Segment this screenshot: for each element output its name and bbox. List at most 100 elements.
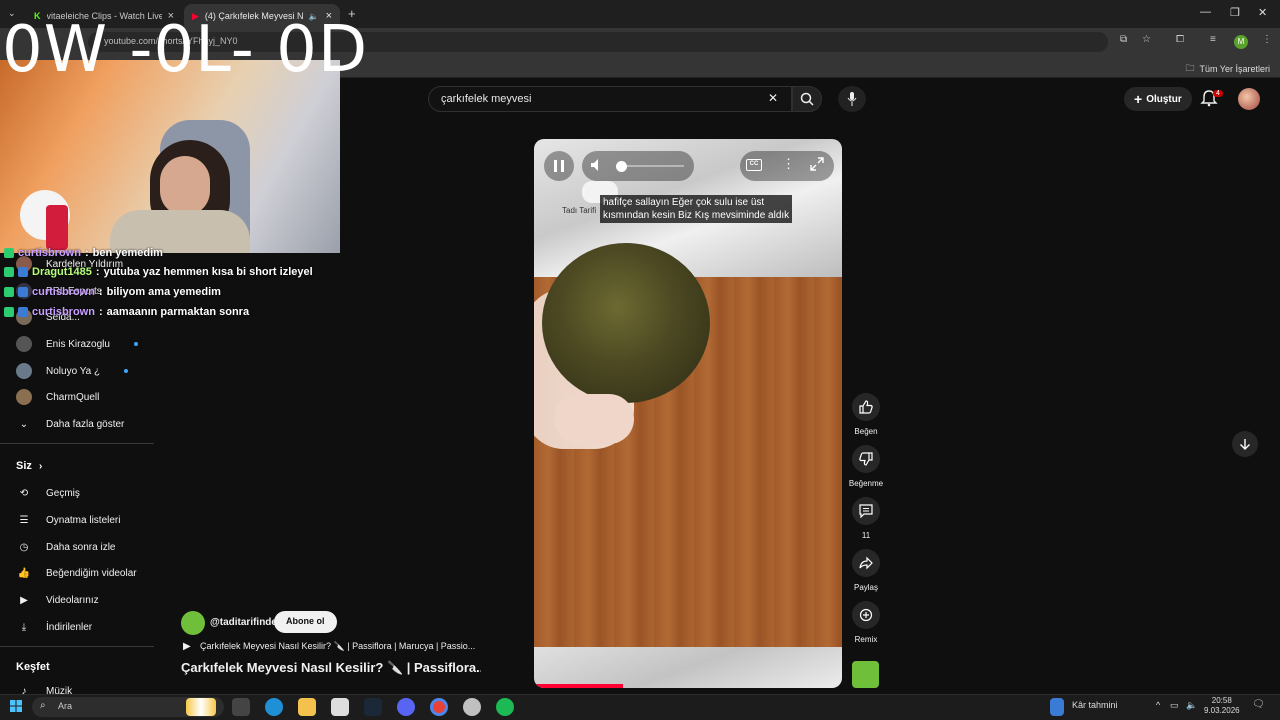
pause-icon bbox=[554, 160, 564, 172]
discord-icon[interactable] bbox=[397, 698, 415, 716]
passion-fruit bbox=[542, 243, 710, 403]
remix-button[interactable] bbox=[852, 601, 880, 629]
star-bookmark-icon[interactable]: ☆ bbox=[1142, 34, 1151, 45]
channel-avatar bbox=[16, 363, 32, 379]
clock-icon: ◷ bbox=[19, 541, 29, 553]
sidebar-sub-enis[interactable]: Enis Kirazoglu bbox=[16, 336, 138, 352]
next-short-button[interactable] bbox=[1232, 431, 1258, 457]
share-label: Paylaş bbox=[853, 583, 878, 592]
close-window-icon[interactable]: ✕ bbox=[1258, 6, 1267, 19]
volume-slider-track[interactable] bbox=[618, 165, 684, 167]
chrome-icon[interactable] bbox=[430, 698, 448, 716]
subscribe-button[interactable]: Abone ol bbox=[274, 611, 337, 633]
search-icon: ⌕ bbox=[40, 700, 46, 711]
chat-badge-icon bbox=[4, 287, 14, 297]
chat-message: curtisbrown: ben yemedim bbox=[4, 247, 163, 259]
shorts-video-player[interactable]: CC ⋮ Tadı Tarifi hafifçe sallayın Eğer ç… bbox=[534, 139, 842, 688]
channel-name[interactable]: @taditarifinde bbox=[210, 617, 277, 628]
comments-count: 11 bbox=[861, 531, 871, 540]
sidebar-item-your-videos[interactable]: ▶ Videolarınız bbox=[16, 592, 99, 608]
streamer-face bbox=[160, 156, 210, 216]
windows-start-icon[interactable] bbox=[10, 700, 22, 712]
thumbs-up-icon bbox=[859, 400, 873, 414]
network-icon[interactable]: ▭ bbox=[1170, 700, 1179, 711]
create-button[interactable]: + Oluştur bbox=[1124, 87, 1192, 111]
new-content-dot bbox=[133, 342, 138, 346]
sidebar-item-history[interactable]: ⟲ Geçmiş bbox=[16, 485, 80, 501]
dislike-button[interactable] bbox=[852, 445, 880, 473]
sidebar-item-playlists[interactable]: ☰ Oynatma listeleri bbox=[16, 512, 121, 528]
win-loss-draw-counter: 0W -0L- 0D bbox=[2, 13, 369, 87]
chevron-right-icon: › bbox=[38, 461, 43, 472]
chat-badge-icon bbox=[4, 307, 14, 317]
streamer-webcam bbox=[0, 60, 340, 253]
you-section-header[interactable]: Siz › bbox=[16, 460, 42, 472]
store-icon[interactable] bbox=[331, 698, 349, 716]
like-button[interactable] bbox=[852, 393, 880, 421]
all-bookmarks-folder[interactable]: 🗀 Tüm Yer İşaretleri bbox=[1185, 61, 1270, 77]
volume-icon[interactable] bbox=[590, 158, 604, 172]
playback-progress[interactable] bbox=[534, 684, 624, 688]
microphone-icon bbox=[847, 92, 857, 106]
volume-slider-handle[interactable] bbox=[616, 161, 627, 172]
fullscreen-icon[interactable] bbox=[810, 157, 824, 171]
folder-icon: 🗀 bbox=[1185, 63, 1195, 73]
sidebar-item-watch-later[interactable]: ◷ Daha sonra izle bbox=[16, 539, 116, 555]
tray-chevron-icon[interactable]: ^ bbox=[1156, 700, 1160, 710]
clear-search-icon[interactable]: ✕ bbox=[768, 91, 778, 105]
arrow-down-icon bbox=[1240, 439, 1250, 450]
notification-center-icon[interactable]: 🗨 bbox=[1252, 699, 1265, 710]
sound-channel-thumbnail[interactable] bbox=[852, 661, 879, 688]
plus-icon: + bbox=[1134, 91, 1143, 107]
steam-icon[interactable] bbox=[364, 698, 382, 716]
sidebar-sub-charmquell[interactable]: CharmQuell bbox=[16, 389, 99, 405]
file-explorer-icon[interactable] bbox=[298, 698, 316, 716]
channel-avatar bbox=[16, 336, 32, 352]
pause-button[interactable] bbox=[544, 151, 574, 181]
more-options-icon[interactable]: ⋮ bbox=[782, 156, 795, 172]
restore-icon[interactable]: ❐ bbox=[1230, 6, 1240, 19]
voice-search-button[interactable] bbox=[838, 86, 866, 112]
search-button[interactable] bbox=[792, 86, 822, 112]
red-light bbox=[46, 205, 68, 250]
sidebar-item-downloads[interactable]: ⤓ İndirilenler bbox=[16, 619, 92, 635]
channel-avatar bbox=[16, 389, 32, 405]
thumbs-up-icon: 👍 bbox=[17, 567, 31, 579]
task-view-icon[interactable] bbox=[232, 698, 250, 716]
sidebar-sub-noluyo[interactable]: Noluyo Ya ¿ bbox=[16, 363, 129, 379]
comments-button[interactable] bbox=[852, 497, 880, 525]
extensions-icon[interactable]: ⧠ bbox=[1176, 34, 1184, 45]
video-description-link[interactable]: Çarkıfelek Meyvesi Nasıl Kesilir? 🔪 | Pa… bbox=[200, 641, 485, 652]
sidebar-divider bbox=[0, 443, 154, 444]
edge-icon[interactable] bbox=[265, 698, 283, 716]
widget-icon[interactable] bbox=[1050, 698, 1064, 716]
sidebar-item-liked-videos[interactable]: 👍 Beğendiğim videolar bbox=[16, 565, 137, 581]
channel-avatar[interactable] bbox=[181, 611, 205, 635]
captions-icon[interactable]: CC bbox=[746, 159, 762, 171]
media-control-icon[interactable]: ≡ bbox=[1210, 34, 1216, 45]
system-clock[interactable]: 20:58 9.03.2026 bbox=[1204, 696, 1240, 716]
finger bbox=[554, 394, 634, 444]
explore-section-header: Keşfet bbox=[16, 661, 50, 673]
chat-badge-icon bbox=[4, 248, 14, 258]
sidebar-divider bbox=[0, 646, 154, 647]
video-title[interactable]: Çarkıfelek Meyvesi Nasıl Kesilir? 🔪 | Pa… bbox=[181, 660, 481, 676]
account-avatar[interactable] bbox=[1238, 88, 1260, 110]
volume-icon[interactable]: 🔈 bbox=[1186, 700, 1197, 711]
search-highlight-icon bbox=[186, 698, 216, 716]
spotify-icon[interactable] bbox=[496, 698, 514, 716]
obs-icon[interactable] bbox=[463, 698, 481, 716]
chat-badge-icon bbox=[18, 307, 28, 317]
history-icon: ⟲ bbox=[19, 487, 29, 499]
weather-widget[interactable]: Kâr tahmini bbox=[1072, 700, 1118, 710]
cast-icon[interactable]: ⧉ bbox=[1120, 34, 1127, 45]
chat-message: Dragut1485: yutuba yaz hemmen kısa bi sh… bbox=[4, 266, 313, 278]
thumbs-down-icon bbox=[859, 452, 873, 466]
browser-menu-icon[interactable]: ⋮ bbox=[1262, 34, 1272, 45]
minimize-icon[interactable]: — bbox=[1200, 6, 1211, 18]
profile-avatar[interactable]: M bbox=[1234, 35, 1248, 49]
show-more-button[interactable]: ⌄ Daha fazla göster bbox=[16, 416, 125, 432]
share-button[interactable] bbox=[852, 549, 880, 577]
search-input[interactable]: çarkıfelek meyvesi bbox=[428, 86, 792, 112]
notification-count-badge: 4 bbox=[1213, 90, 1223, 97]
